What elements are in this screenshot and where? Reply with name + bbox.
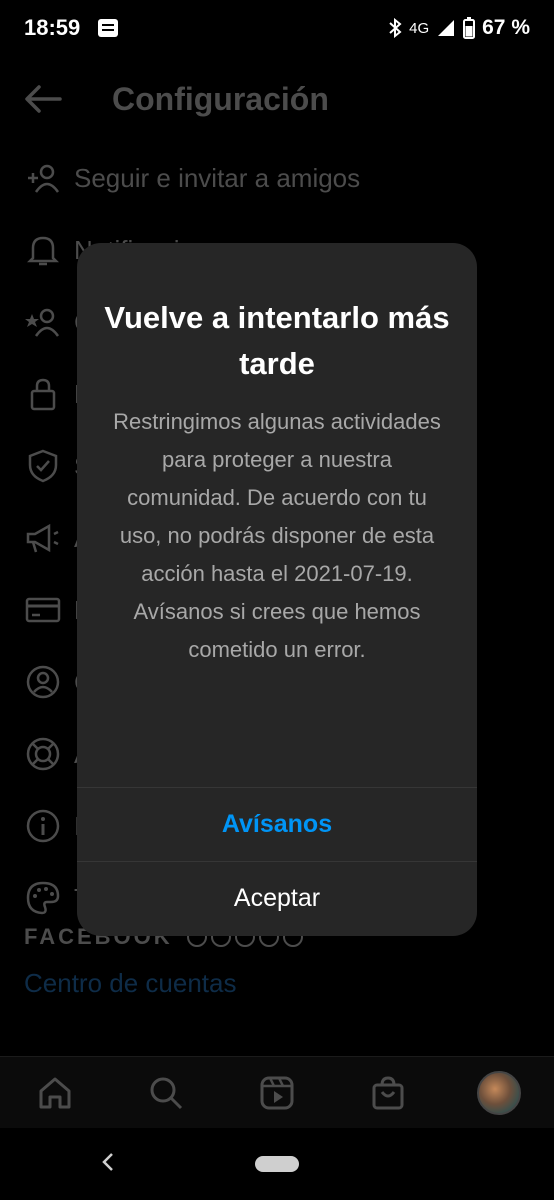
battery-icon bbox=[463, 17, 476, 39]
status-bar: 18:59 4G 67 % bbox=[0, 0, 554, 56]
shield-icon bbox=[24, 447, 62, 485]
report-button[interactable]: Avísanos bbox=[77, 787, 477, 861]
help-icon bbox=[24, 735, 62, 773]
back-arrow-icon[interactable] bbox=[24, 79, 64, 119]
signal-icon bbox=[438, 20, 455, 36]
system-home-pill[interactable] bbox=[255, 1156, 299, 1172]
search-icon[interactable] bbox=[136, 1063, 196, 1123]
menu-label: Seguir e invitar a amigos bbox=[74, 162, 361, 193]
page-title: Configuración bbox=[112, 80, 329, 117]
megaphone-icon bbox=[24, 519, 62, 557]
status-time: 18:59 bbox=[24, 15, 81, 40]
status-indicators: 4G 67 % bbox=[388, 16, 530, 40]
accept-button[interactable]: Aceptar bbox=[77, 861, 477, 935]
palette-icon bbox=[24, 879, 62, 917]
add-person-icon bbox=[24, 159, 62, 197]
system-nav-bar bbox=[0, 1128, 554, 1200]
bottom-nav bbox=[0, 1056, 554, 1128]
bell-icon bbox=[24, 231, 62, 269]
shop-icon[interactable] bbox=[358, 1063, 418, 1123]
reels-icon[interactable] bbox=[247, 1063, 307, 1123]
info-icon bbox=[24, 807, 62, 845]
bluetooth-icon bbox=[389, 18, 402, 38]
home-icon[interactable] bbox=[25, 1063, 85, 1123]
menu-item-follow-invite[interactable]: Seguir e invitar a amigos bbox=[0, 142, 554, 214]
network-type: 4G bbox=[409, 19, 430, 37]
system-back-icon[interactable] bbox=[96, 1150, 120, 1174]
account-icon bbox=[24, 663, 62, 701]
profile-avatar[interactable] bbox=[469, 1063, 529, 1123]
close-friends-icon bbox=[24, 303, 62, 341]
avatar bbox=[476, 1070, 521, 1115]
card-icon bbox=[24, 591, 62, 629]
battery-percent: 67 % bbox=[482, 16, 530, 39]
lock-icon bbox=[24, 375, 62, 413]
dialog-message: Restringimos algunas actividades para pr… bbox=[113, 409, 441, 662]
rate-limit-dialog: Vuelve a intentarlo más tarde Restringim… bbox=[77, 243, 477, 936]
message-notification-icon bbox=[98, 19, 119, 37]
accounts-center-link[interactable]: Centro de cuentas bbox=[24, 968, 236, 999]
settings-header: Configuración bbox=[0, 56, 554, 142]
dialog-title: Vuelve a intentarlo más tarde bbox=[104, 300, 450, 381]
